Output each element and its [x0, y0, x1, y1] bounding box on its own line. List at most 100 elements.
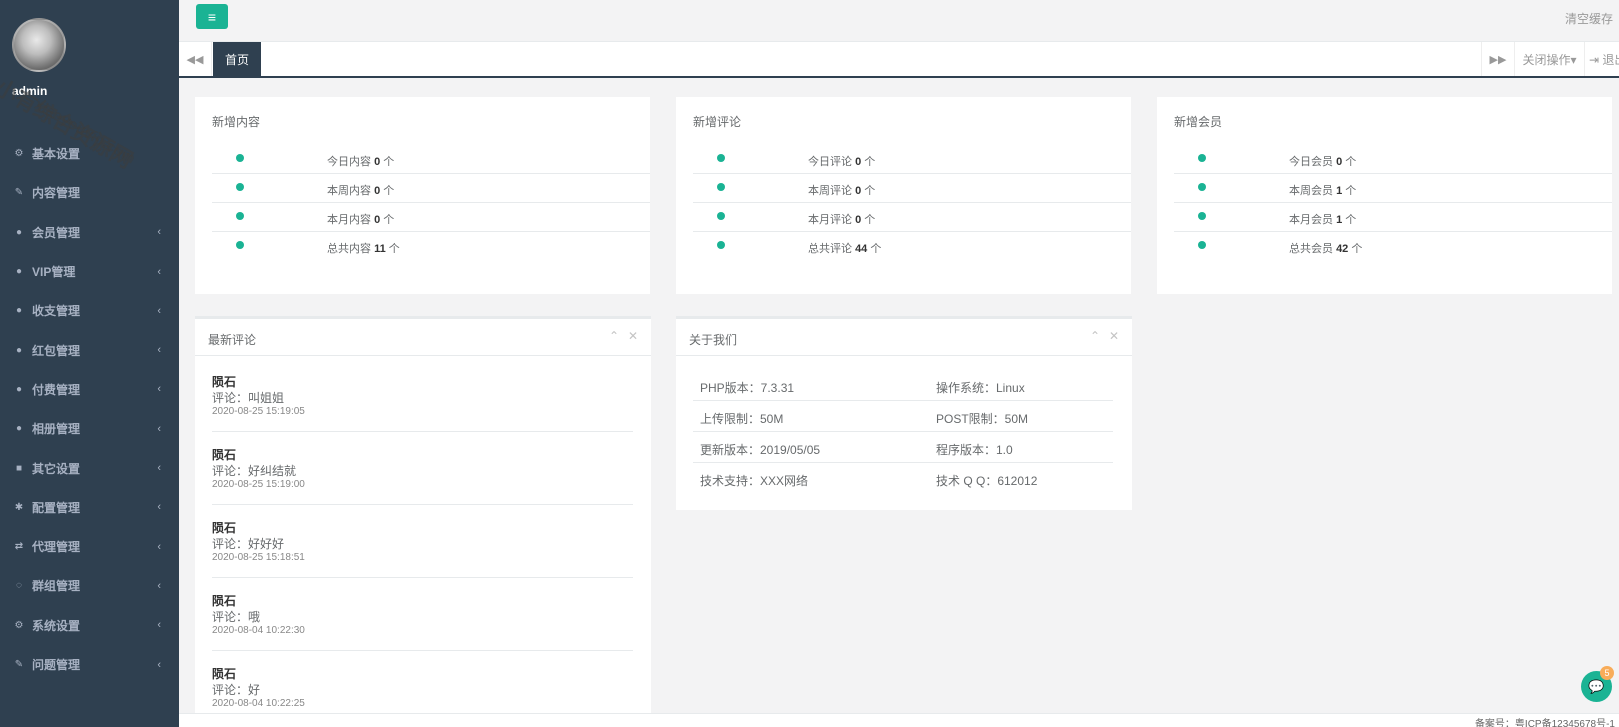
- collapse-icon[interactable]: ⌃: [1090, 329, 1100, 343]
- stat-label: 总共内容: [327, 243, 371, 255]
- tab-scroll-right-button[interactable]: ▶▶: [1481, 42, 1515, 76]
- sidebar-item[interactable]: ⇄ 代理管理 ‹: [0, 527, 179, 566]
- stat-label: 本周评论: [808, 185, 852, 197]
- tab-home[interactable]: 首页: [213, 42, 261, 76]
- comment-item[interactable]: 陨石 评论：好纠结就 2020-08-25 15:19:00: [212, 432, 633, 505]
- sidebar-item[interactable]: ■ 其它设置 ‹: [0, 448, 179, 487]
- chevron-left-icon: ‹: [157, 383, 161, 396]
- close-icon[interactable]: ✕: [1109, 329, 1119, 343]
- info-right: 操作系统：Linux: [936, 381, 1025, 395]
- close-operations-dropdown[interactable]: 关闭操作▾: [1515, 42, 1585, 76]
- status-dot-icon: [1198, 212, 1206, 220]
- stat-unit: 个: [1345, 214, 1357, 226]
- stat-label: 本月评论: [808, 214, 852, 226]
- stat-text: 本周内容 0 个: [327, 182, 394, 198]
- sidebar-item[interactable]: ● 会员管理 ‹: [0, 213, 179, 252]
- status-dot-icon: [1198, 241, 1206, 249]
- chevron-left-icon: ‹: [157, 462, 161, 475]
- info-left: PHP版本：7.3.31: [700, 381, 795, 395]
- sidebar-item[interactable]: ◌ 群组管理 ‹: [0, 566, 179, 605]
- stat-text: 今日会员 0 个: [1289, 153, 1356, 169]
- admin-name[interactable]: admin: [12, 84, 47, 98]
- comment-item[interactable]: 陨石 评论：哦 2020-08-04 10:22:30: [212, 578, 633, 651]
- status-dot-icon: [1198, 183, 1206, 191]
- sidebar-item[interactable]: ● 付费管理 ‹: [0, 370, 179, 409]
- stat-card-title: 新增内容: [212, 115, 261, 129]
- stat-row: 本周内容 0 个: [212, 174, 650, 203]
- stat-value: 0: [855, 214, 862, 226]
- stat-value: 0: [1336, 156, 1343, 168]
- user-icon: ●: [15, 266, 23, 278]
- info-left: 上传限制：50M: [700, 412, 784, 426]
- sidebar-item-label: 相册管理: [32, 422, 81, 437]
- sidebar-nav: ⚙ 基本设置 ✎ 内容管理 ● 会员管理 ‹ ● VIP管理 ‹ ● 收支管理 ‹ ● 红包管理 ‹ ● 付费管理…: [0, 134, 179, 684]
- stat-unit: 个: [870, 243, 882, 255]
- footer: 备案号：粤ICP备12345678号-1: [179, 713, 1619, 727]
- menu-toggle-button[interactable]: ≡: [196, 4, 228, 29]
- profile: admin: [0, 0, 179, 120]
- sidebar-item[interactable]: ⚙ 基本设置: [0, 134, 179, 173]
- comment-time: 2020-08-25 15:18:51: [212, 552, 305, 563]
- sidebar-item-label: 会员管理: [32, 225, 81, 240]
- asterisk-icon: ✱: [14, 501, 24, 513]
- stat-label: 今日评论: [808, 156, 852, 168]
- sidebar-item[interactable]: ● 红包管理 ‹: [0, 330, 179, 369]
- stat-value: 0: [855, 185, 862, 197]
- status-dot-icon: [1198, 154, 1206, 162]
- avatar[interactable]: [12, 18, 66, 72]
- stat-label: 总共会员: [1289, 243, 1333, 255]
- stat-unit: 个: [383, 185, 395, 197]
- sidebar-item[interactable]: ✎ 内容管理: [0, 173, 179, 212]
- topbar: ≡ 清空缓存: [179, 0, 1619, 42]
- sidebar-item[interactable]: ● 相册管理 ‹: [0, 409, 179, 448]
- sidebar-item[interactable]: ● VIP管理 ‹: [0, 252, 179, 291]
- exchange-icon: ⇄: [14, 541, 24, 553]
- stat-value: 0: [374, 185, 381, 197]
- comment-item[interactable]: 陨石 评论：叫姐姐 2020-08-25 15:19:05: [212, 359, 633, 432]
- sidebar-item[interactable]: ⚙ 系统设置 ‹: [0, 606, 179, 645]
- clear-cache-link[interactable]: 清空缓存: [1565, 10, 1613, 27]
- chat-badge: 5: [1600, 666, 1614, 680]
- close-icon[interactable]: ✕: [628, 329, 638, 343]
- status-dot-icon: [717, 154, 725, 162]
- stat-row: 今日评论 0 个: [693, 145, 1131, 174]
- sidebar-item[interactable]: ✱ 配置管理 ‹: [0, 488, 179, 527]
- stat-text: 本月内容 0 个: [327, 211, 394, 227]
- stat-label: 本月会员: [1289, 214, 1333, 226]
- chevron-left-icon: ‹: [157, 422, 161, 435]
- status-dot-icon: [717, 212, 725, 220]
- tab-scroll-left-button[interactable]: ◀◀: [179, 42, 212, 76]
- comment-item[interactable]: 陨石 评论：好好好 2020-08-25 15:18:51: [212, 505, 633, 578]
- info-right: 程序版本：1.0: [936, 443, 1013, 457]
- stat-unit: 个: [383, 156, 395, 168]
- stat-label: 本周会员: [1289, 185, 1333, 197]
- stat-row: 本周会员 1 个: [1174, 174, 1612, 203]
- panel-header: 最新评论 ⌃ ✕: [195, 319, 651, 356]
- chevron-left-icon: ‹: [157, 265, 161, 278]
- sidebar-item[interactable]: ● 收支管理 ‹: [0, 291, 179, 330]
- sidebar: admin ⚙ 基本设置 ✎ 内容管理 ● 会员管理 ‹ ● VIP管理 ‹ ● 收支管理 ‹ ● 红包管理…: [0, 0, 179, 727]
- stat-card-title: 新增评论: [693, 115, 742, 129]
- stat-unit: 个: [383, 214, 395, 226]
- stat-text: 本月会员 1 个: [1289, 211, 1356, 227]
- sidebar-item-label: 红包管理: [32, 343, 81, 358]
- stat-label: 本月内容: [327, 214, 371, 226]
- user-icon: ●: [15, 305, 23, 317]
- status-dot-icon: [236, 154, 244, 162]
- collapse-icon[interactable]: ⌃: [609, 329, 619, 343]
- logout-button[interactable]: ⇥ 退出: [1585, 42, 1619, 76]
- stat-text: 总共会员 42 个: [1289, 240, 1362, 256]
- book-icon: ■: [15, 462, 23, 474]
- backward-icon: ◀◀: [186, 53, 204, 66]
- comment-body: 评论：好: [212, 683, 261, 697]
- stat-row: 总共会员 42 个: [1174, 232, 1612, 261]
- chevron-left-icon: ‹: [157, 304, 161, 317]
- panel-header: 关于我们 ⌃ ✕: [676, 319, 1132, 356]
- stat-row: 总共评论 44 个: [693, 232, 1131, 261]
- sidebar-item[interactable]: ✎ 问题管理 ‹: [0, 645, 179, 684]
- comment-body: 评论：好好好: [212, 537, 285, 551]
- sidebar-item-label: VIP管理: [32, 265, 76, 280]
- status-dot-icon: [717, 241, 725, 249]
- status-dot-icon: [717, 183, 725, 191]
- stat-card: 新增内容 今日内容 0 个本周内容 0 个本月内容 0 个总共内容 11 个: [195, 97, 650, 294]
